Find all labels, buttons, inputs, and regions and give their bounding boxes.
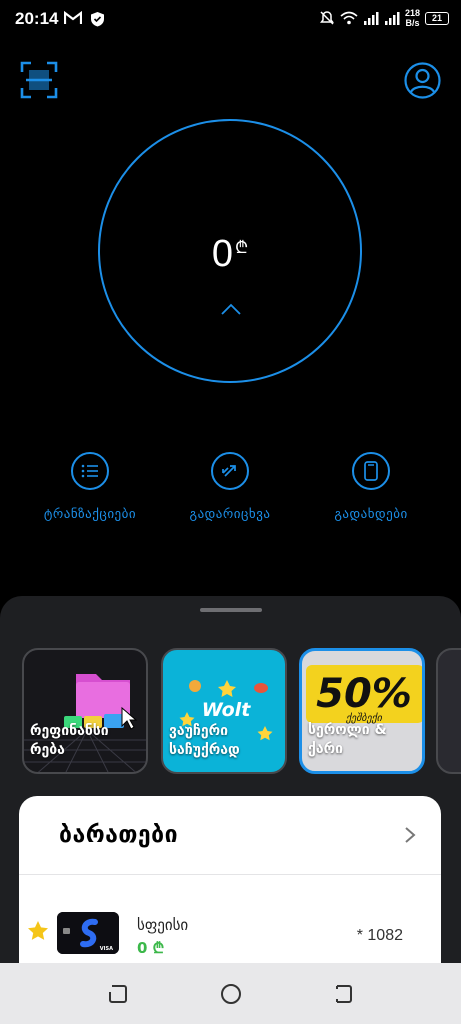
card-balance: 0 ₾ (137, 939, 165, 957)
chevron-up-icon[interactable] (221, 303, 241, 315)
card-thumbnail: VISA (57, 912, 119, 954)
profile-icon[interactable] (404, 62, 441, 99)
card-image: VISA (57, 912, 119, 954)
gmail-icon (64, 11, 82, 24)
signal-icon (384, 12, 400, 25)
action-label: გადარიცხვა (189, 507, 271, 522)
cashback-badge: 50% (316, 671, 412, 717)
wolt-logo: Wolt (202, 699, 251, 721)
mute-icon (319, 11, 334, 25)
cards-panel: ბარათები VISA სფეისი 0 ₾ * 1082 (19, 796, 441, 976)
cards-title[interactable]: ბარათები (59, 822, 178, 848)
network-speed: 218 B/s (404, 8, 420, 28)
wifi-icon (340, 11, 358, 25)
phone-icon (364, 461, 378, 481)
balance-amount: 0 ₾ (211, 233, 249, 275)
list-icon (81, 464, 98, 478)
bottom-sheet[interactable]: რეფინანსი რება Wolt ვაუჩერი საჩუქრად 50% ქ… (0, 596, 461, 976)
recents-icon[interactable] (106, 982, 130, 1006)
status-time: 20:14 (15, 9, 59, 28)
action-label: ტრანზაქციები (43, 507, 137, 522)
card-number: * 1082 (356, 927, 403, 944)
action-transactions[interactable]: ტრანზაქციები (20, 452, 160, 522)
transfer-icon (222, 465, 236, 477)
promo-card-partial[interactable] (436, 648, 461, 774)
star-icon[interactable] (27, 920, 49, 942)
drag-handle[interactable] (200, 608, 262, 612)
back-icon[interactable] (331, 982, 355, 1006)
promo-card-refinance[interactable]: რეფინანსი რება (22, 648, 148, 774)
promo-card-wolt[interactable]: Wolt ვაუჩერი საჩუქრად (161, 648, 287, 774)
promo-card-cashback[interactable]: 50% ქეშბექი სეროლი & ქარი (299, 648, 425, 774)
card-row[interactable]: VISA სფეისი 0 ₾ * 1082 (19, 886, 441, 966)
card-name: სფეისი (137, 916, 189, 934)
divider (19, 874, 441, 875)
action-transfer[interactable]: გადარიცხვა (160, 452, 300, 522)
action-label: გადახდები (334, 507, 408, 522)
action-payments[interactable]: გადახდები (301, 452, 441, 522)
chevron-right-icon[interactable] (403, 826, 417, 844)
system-nav-bar (0, 963, 461, 1024)
currency-symbol: ₾ (235, 238, 249, 257)
home-icon[interactable] (219, 982, 243, 1006)
svg-text:VISA: VISA (100, 946, 113, 952)
scan-icon[interactable] (20, 61, 58, 99)
battery-icon: 21 (425, 11, 449, 25)
status-bar: 20:14 218 B/s 21 (0, 0, 461, 40)
signal-icon (363, 12, 379, 25)
shield-icon (91, 12, 104, 27)
balance-circle[interactable]: 0 ₾ (98, 119, 362, 383)
